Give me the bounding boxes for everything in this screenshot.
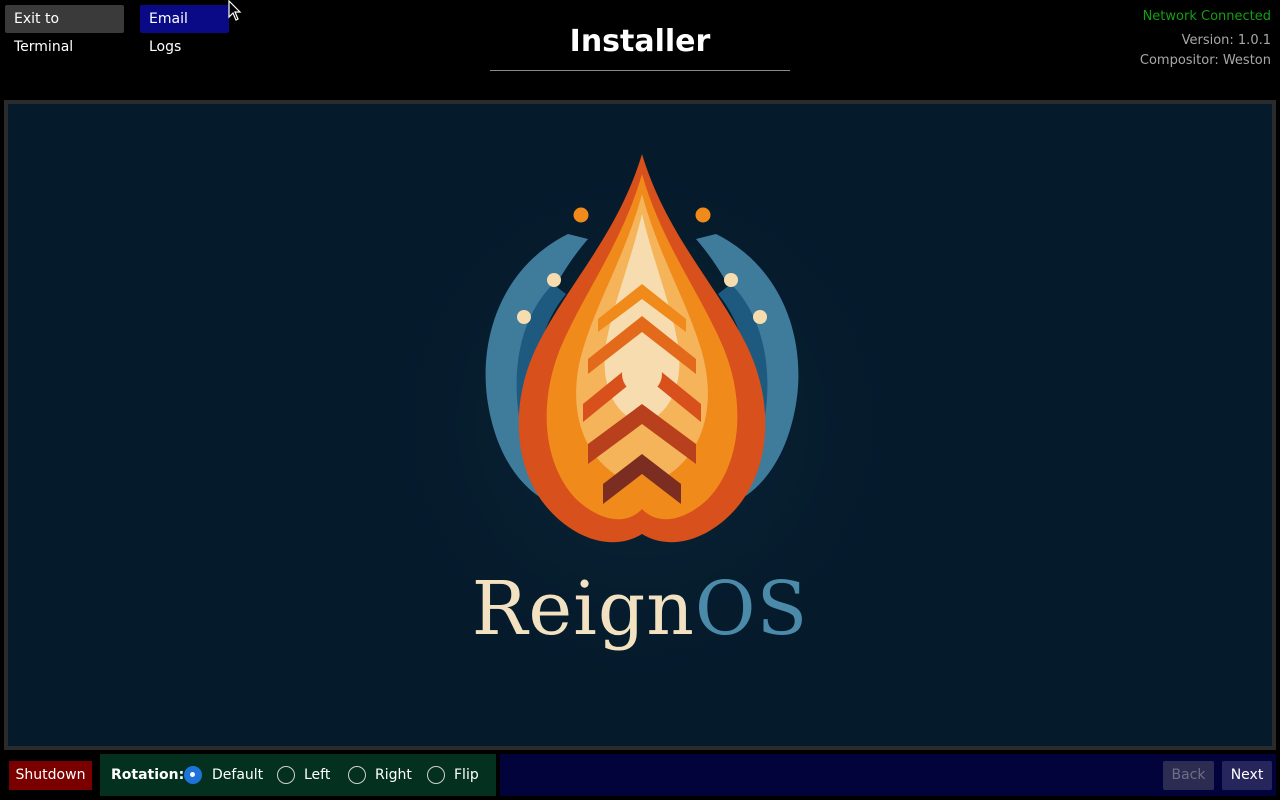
- exit-to-terminal-button[interactable]: Exit to Terminal: [5, 5, 124, 55]
- email-logs-button[interactable]: Email Logs: [140, 5, 229, 55]
- rotation-flip-radio[interactable]: [427, 766, 445, 784]
- brand-os: OS: [694, 566, 809, 652]
- page-title: Installer: [569, 24, 711, 59]
- rotation-label: Rotation:: [111, 767, 185, 783]
- version-label: Version: 1.0.1: [1181, 33, 1271, 48]
- brand-wordmark: ReignOS: [8, 566, 1272, 652]
- rotation-right-label[interactable]: Right: [375, 767, 412, 783]
- navigation-panel: Back Next: [500, 754, 1276, 796]
- rotation-flip-label[interactable]: Flip: [454, 767, 479, 783]
- compositor-label: Compositor: Weston: [1139, 53, 1271, 68]
- next-button[interactable]: Next: [1222, 761, 1272, 790]
- rotation-default-radio[interactable]: [184, 766, 202, 784]
- shutdown-button[interactable]: Shutdown: [9, 761, 92, 790]
- title-divider: [490, 70, 790, 71]
- splash-panel: ReignOS: [4, 100, 1276, 750]
- rotation-panel: Rotation: Default Left Right Flip: [100, 754, 496, 796]
- rotation-left-label[interactable]: Left: [304, 767, 330, 783]
- mouse-cursor-icon: [228, 0, 242, 21]
- back-button[interactable]: Back: [1163, 761, 1214, 790]
- rotation-left-radio[interactable]: [277, 766, 295, 784]
- rotation-default-label[interactable]: Default: [212, 767, 263, 783]
- brand-reign: Reign: [471, 566, 695, 652]
- rotation-right-radio[interactable]: [348, 766, 366, 784]
- network-status: Network Connected: [1142, 9, 1271, 24]
